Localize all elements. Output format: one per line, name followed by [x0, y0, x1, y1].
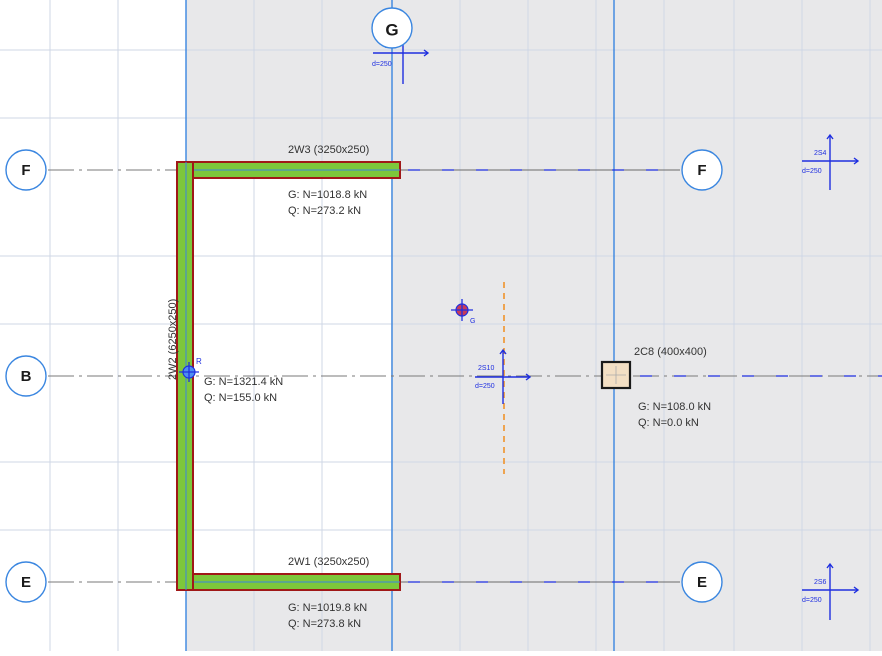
wall-2w1-g-load: G: N=1019.8 kN: [288, 602, 367, 614]
grid-bubble-e-left[interactable]: E: [5, 561, 47, 603]
floor-plan[interactable]: R G 2S8 d=250 2S4 d=250 2S10 d=250: [0, 0, 882, 651]
strip-2s8-depth: d=250: [372, 61, 392, 68]
grid-bubble-f-right[interactable]: F: [681, 149, 723, 191]
grid-label-f-right: F: [697, 162, 706, 179]
strip-2s10-depth: d=250: [475, 383, 495, 390]
strip-2s10-name: 2S10: [478, 365, 494, 372]
grid-label-g: G: [385, 20, 398, 39]
column-2c8-name: 2C8 (400x400): [634, 346, 707, 358]
plan-canvas[interactable]: R G 2S8 d=250 2S4 d=250 2S10 d=250: [0, 0, 882, 651]
strip-2s4-depth: d=250: [802, 168, 822, 175]
grid-label-f-left: F: [21, 162, 30, 179]
grid-bubble-g[interactable]: G: [371, 7, 413, 49]
wall-2w2-name: 2W2 (6250x250): [167, 299, 179, 380]
strip-2s6-name: 2S6: [814, 579, 827, 586]
wall-2w3[interactable]: [176, 161, 401, 179]
wall-2w3-name: 2W3 (3250x250): [288, 144, 369, 156]
wall-2w1-name: 2W1 (3250x250): [288, 556, 369, 568]
wall-2w3-g-load: G: N=1018.8 kN: [288, 189, 367, 201]
grid-label-e-left: E: [21, 574, 31, 591]
grid-label-b-left: B: [21, 368, 32, 385]
wall-2w1-q-load: Q: N=273.8 kN: [288, 618, 361, 630]
wall-ref-tag: R: [196, 357, 202, 366]
strip-2s6-depth: d=250: [802, 597, 822, 604]
grid-bubble-e-right[interactable]: E: [681, 561, 723, 603]
strip-2s4-name: 2S4: [814, 150, 827, 157]
grid-bubble-b-left[interactable]: B: [5, 355, 47, 397]
column-2c8[interactable]: [600, 360, 632, 390]
wall-2w1[interactable]: [176, 573, 401, 591]
grid-bubble-f-left[interactable]: F: [5, 149, 47, 191]
wall-2w3-q-load: Q: N=273.2 kN: [288, 205, 361, 217]
wall-2w2-q-load: Q: N=155.0 kN: [204, 392, 277, 404]
column-2c8-g-load: G: N=108.0 kN: [638, 401, 711, 413]
column-2c8-q-load: Q: N=0.0 kN: [638, 417, 699, 429]
centroid-tag: G: [470, 318, 475, 325]
wall-2w2-g-load: G: N=1321.4 kN: [204, 376, 283, 388]
grid-label-e-right: E: [697, 574, 707, 591]
